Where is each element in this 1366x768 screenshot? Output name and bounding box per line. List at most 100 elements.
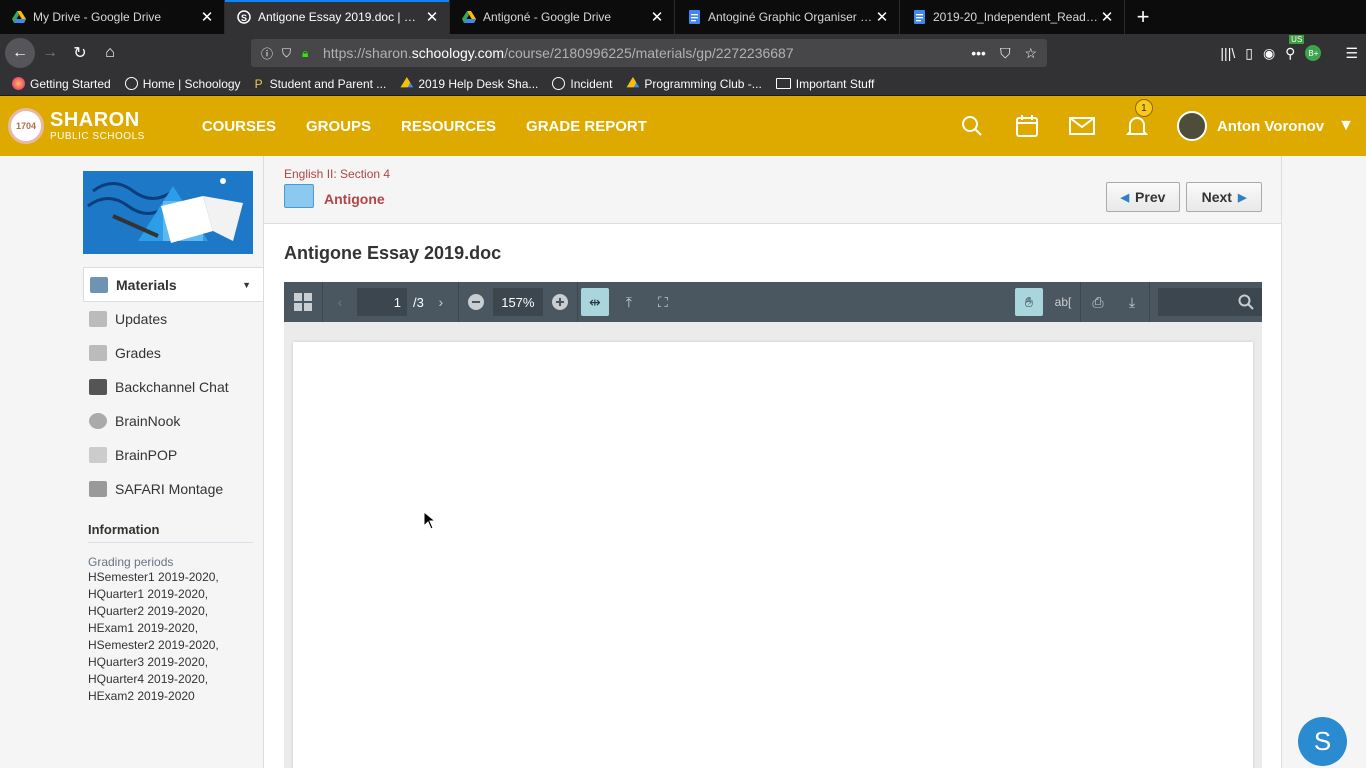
bookmark-item[interactable]: Incident	[552, 77, 612, 91]
sidebar-item-safari-montage[interactable]: SAFARI Montage	[83, 472, 263, 506]
browser-tab[interactable]: 2019-20_Independent_Reading ✕	[900, 0, 1125, 34]
search-icon[interactable]	[945, 115, 1000, 137]
folder-link[interactable]: Antigone	[324, 191, 385, 207]
document-search-input[interactable]	[1158, 288, 1262, 316]
prev-button[interactable]: ◀ Prev	[1106, 182, 1180, 212]
sidebar-item-updates[interactable]: Updates	[83, 302, 263, 336]
course-link[interactable]: English II: Section 4	[284, 167, 390, 181]
page-total: /3	[413, 294, 424, 310]
grade-extension-icon[interactable]: B+	[1305, 45, 1322, 61]
notifications-bell-icon[interactable]: 1	[1110, 99, 1165, 137]
chevron-down-icon[interactable]: ▼	[1338, 117, 1354, 135]
page-number-input[interactable]: 1	[357, 288, 407, 316]
info-icon[interactable]: ⓘ	[261, 45, 273, 62]
previous-page-icon[interactable]: ‹	[323, 282, 357, 322]
zoom-in-icon[interactable]	[543, 282, 577, 322]
next-page-icon[interactable]: ›	[424, 282, 458, 322]
pan-hand-icon[interactable]: ✋︎	[1015, 288, 1043, 316]
grading-period: HQuarter3 2019-2020,	[88, 655, 209, 669]
fit-page-icon[interactable]: ⤒	[612, 282, 646, 322]
bookmark-label: Programming Club -...	[644, 76, 762, 91]
zoom-out-icon[interactable]	[459, 282, 493, 322]
close-tab-icon[interactable]: ✕	[198, 8, 216, 26]
bookmark-item[interactable]: 2019 Help Desk Sha...	[400, 77, 538, 91]
mail-icon[interactable]	[1055, 117, 1110, 135]
sidebar-item-backchannel-chat[interactable]: Backchannel Chat	[83, 370, 263, 404]
grading-periods-label: Grading periods	[88, 555, 174, 569]
download-icon[interactable]: ⤓	[1115, 282, 1149, 322]
library-icon[interactable]: |||\	[1220, 45, 1235, 61]
grading-period: HQuarter1 2019-2020,	[88, 587, 209, 601]
extension-badge: US	[1289, 34, 1305, 44]
bookmark-item[interactable]: P Student and Parent ...	[255, 77, 387, 92]
extension-vpn-icon[interactable]: ⚲ US	[1285, 34, 1305, 62]
folder-icon	[284, 184, 314, 208]
nav-courses[interactable]: COURSES	[202, 118, 276, 135]
pocket-icon[interactable]: ⛉	[1000, 45, 1011, 62]
forward-arrow-icon[interactable]: →	[35, 38, 65, 68]
bookmark-item[interactable]: Important Stuff	[775, 77, 874, 91]
avatar[interactable]	[1176, 111, 1207, 141]
close-tab-icon[interactable]: ✕	[873, 8, 891, 26]
district-logo[interactable]: 1704 SHARON PUBLIC SCHOOLS	[8, 108, 145, 144]
notification-badge: 1	[1134, 99, 1153, 117]
user-name[interactable]: Anton Voronov	[1217, 118, 1324, 135]
back-arrow-icon[interactable]: ←	[5, 38, 35, 68]
materials-icon	[90, 276, 108, 293]
schoology-help-button[interactable]: S	[1298, 717, 1347, 766]
sidebar-toggle-icon[interactable]: ▯	[1245, 45, 1253, 62]
print-icon[interactable]: ⎙	[1081, 282, 1115, 322]
schoology-icon	[124, 77, 138, 90]
chat-icon	[89, 379, 107, 395]
grades-icon	[89, 345, 107, 361]
new-tab-icon[interactable]: +	[1125, 0, 1161, 34]
search-icon[interactable]	[1238, 294, 1254, 310]
browser-tab[interactable]: My Drive - Google Drive ✕	[0, 0, 225, 34]
close-tab-icon[interactable]: ✕	[423, 8, 441, 26]
schoology-icon: S	[237, 10, 251, 24]
sidebar-item-brainnook[interactable]: BrainNook	[83, 404, 263, 438]
nav-groups[interactable]: GROUPS	[306, 118, 371, 135]
tab-title: 2019-20_Independent_Reading	[933, 10, 1098, 24]
sidebar-item-grades[interactable]: Grades	[83, 336, 263, 370]
nav-grade-report[interactable]: GRADE REPORT	[526, 118, 647, 135]
next-label: Next	[1201, 189, 1232, 205]
bookmark-item[interactable]: Home | Schoology	[124, 77, 241, 91]
folder-icon	[775, 78, 791, 89]
close-tab-icon[interactable]: ✕	[1098, 8, 1116, 26]
account-icon[interactable]: ◉	[1263, 45, 1275, 62]
browser-tab-active[interactable]: S Antigone Essay 2019.doc | Schoology ✕	[225, 0, 450, 34]
tracking-shield-icon[interactable]: ⛉	[282, 46, 291, 61]
fit-width-icon[interactable]: ⇹	[580, 288, 609, 316]
close-tab-icon[interactable]: ✕	[648, 8, 666, 26]
sidebar-item-materials[interactable]: Materials ▼	[83, 267, 263, 302]
home-icon[interactable]: ⌂	[95, 38, 125, 68]
bookmark-label: Getting Started	[30, 76, 111, 91]
browser-tab[interactable]: Antoginé Graphic Organiser - Google Docs…	[675, 0, 900, 34]
next-button[interactable]: Next ▶	[1186, 182, 1262, 212]
text-select-icon[interactable]: ab[	[1046, 282, 1080, 322]
bookmark-item[interactable]: Programming Club -...	[626, 76, 762, 91]
sidebar-item-label: SAFARI Montage	[115, 481, 224, 497]
bookmark-star-icon[interactable]: ☆	[1024, 45, 1037, 62]
browser-tab[interactable]: Antigoné - Google Drive ✕	[450, 0, 675, 34]
site-header: 1704 SHARON PUBLIC SCHOOLS COURSES GROUP…	[0, 96, 1366, 156]
browser-navigation-bar: ← → ↻ ⌂ ⓘ ⛉ 🔒︎ https://sharon.schoology.…	[0, 34, 1366, 72]
reload-icon[interactable]: ↻	[65, 38, 95, 68]
sidebar-item-brainpop[interactable]: BrainPOP	[83, 438, 263, 472]
hamburger-menu-icon[interactable]: ☰	[1345, 45, 1358, 62]
more-actions-icon[interactable]: •••	[971, 45, 986, 62]
nav-resources[interactable]: RESOURCES	[401, 118, 496, 135]
thumbnails-grid-icon[interactable]	[284, 282, 322, 322]
bookmark-item[interactable]: Getting Started	[12, 77, 111, 91]
course-sidebar: Materials ▼ Updates Grades Backchannel Ch…	[83, 156, 263, 768]
firefox-icon	[12, 77, 25, 90]
caret-down-icon[interactable]: ▼	[242, 280, 251, 290]
main-content: English II: Section 4 Antigone ◀ Prev Nex…	[263, 156, 1282, 768]
calendar-icon[interactable]	[1000, 114, 1055, 138]
zoom-level[interactable]: 157%	[492, 288, 543, 316]
address-bar[interactable]: ⓘ ⛉ 🔒︎ https://sharon.schoology.com/cour…	[251, 39, 1047, 67]
document-page[interactable]	[293, 342, 1253, 768]
fullscreen-icon[interactable]: ⛶	[646, 282, 680, 322]
grading-period: HExam1 2019-2020,	[88, 621, 199, 635]
